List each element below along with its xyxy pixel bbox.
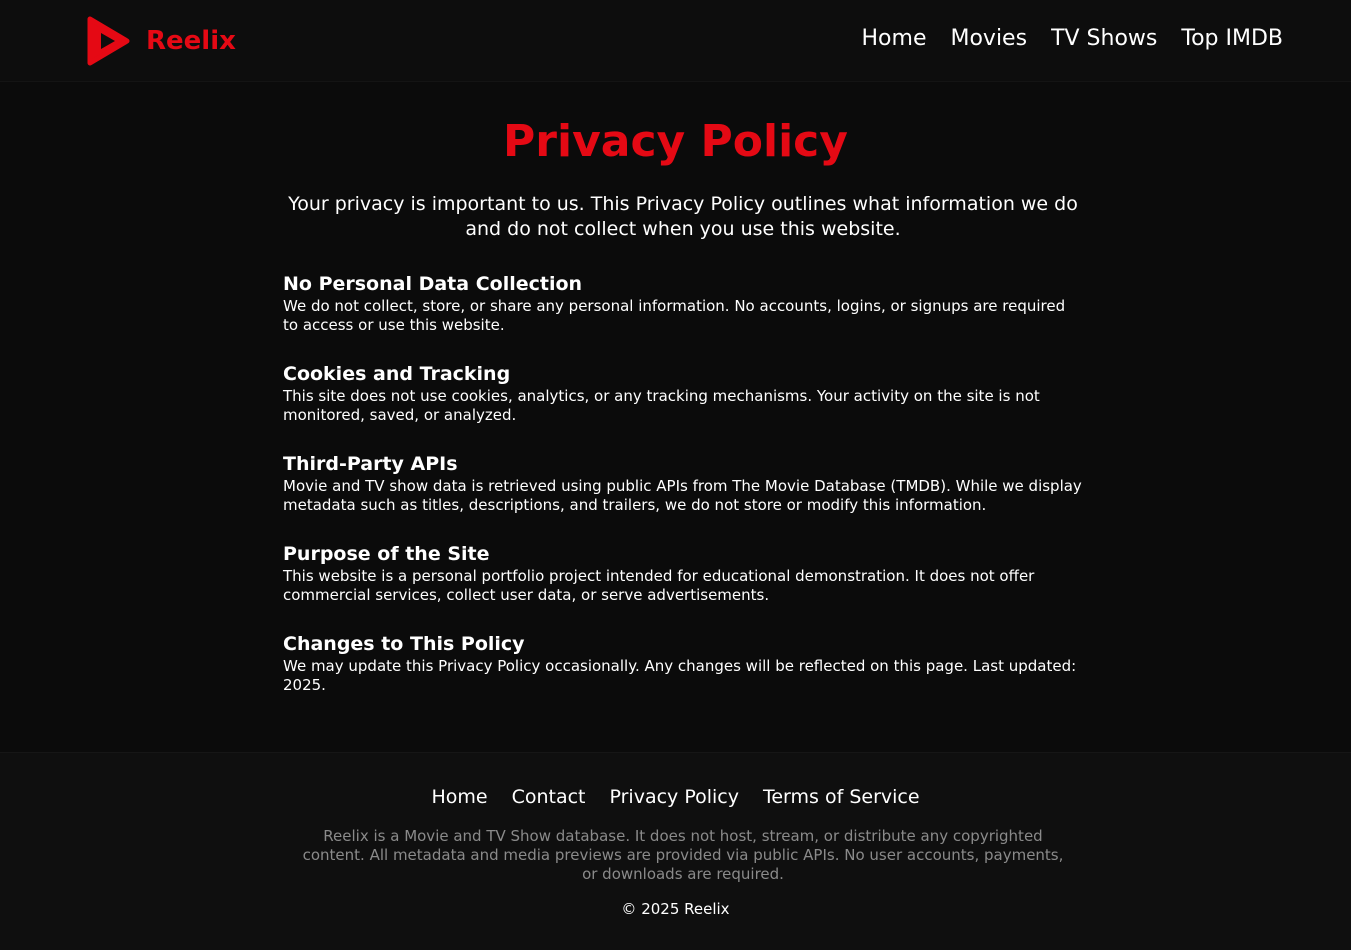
- policy-section-cookies: Cookies and Tracking This site does not …: [283, 361, 1083, 451]
- footer-contact-link[interactable]: Contact: [512, 786, 586, 808]
- policy-section-no-personal-data: No Personal Data Collection We do not co…: [283, 271, 1083, 361]
- brand-logo-link[interactable]: Reelix: [86, 16, 236, 66]
- top-navbar: Reelix Home Movies TV Shows Top IMDB: [0, 0, 1351, 82]
- policy-sections: No Personal Data Collection We do not co…: [283, 271, 1083, 721]
- play-logo-icon: [86, 16, 130, 66]
- section-heading: Cookies and Tracking: [283, 363, 511, 385]
- section-heading: Changes to This Policy: [283, 633, 525, 655]
- section-heading: Purpose of the Site: [283, 543, 490, 565]
- footer-terms-link[interactable]: Terms of Service: [763, 786, 920, 808]
- section-body: This site does not use cookies, analytic…: [283, 387, 1040, 424]
- section-heading: Third-Party APIs: [283, 453, 458, 475]
- site-footer: Home Contact Privacy Policy Terms of Ser…: [0, 752, 1351, 950]
- policy-section-third-party: Third-Party APIs Movie and TV show data …: [283, 451, 1083, 541]
- nav-home-link[interactable]: Home: [862, 26, 927, 51]
- section-body: This website is a personal portfolio pro…: [283, 567, 1035, 604]
- privacy-policy-content: Privacy Policy Your privacy is important…: [0, 82, 1351, 752]
- section-body: We may update this Privacy Policy occasi…: [283, 657, 1077, 694]
- section-body: We do not collect, store, or share any p…: [283, 297, 1066, 334]
- nav-movies-link[interactable]: Movies: [950, 26, 1027, 51]
- intro-text: Your privacy is important to us. This Pr…: [288, 193, 1078, 240]
- section-body: Movie and TV show data is retrieved usin…: [283, 477, 1082, 514]
- footer-disclaimer: Reelix is a Movie and TV Show database. …: [302, 827, 1064, 883]
- policy-section-changes: Changes to This Policy We may update thi…: [283, 631, 1083, 721]
- brand-name: Reelix: [146, 26, 236, 56]
- main-nav: Home Movies TV Shows Top IMDB: [862, 26, 1283, 51]
- copyright-text: © 2025 Reelix: [621, 900, 730, 918]
- footer-nav: Home Contact Privacy Policy Terms of Ser…: [0, 786, 1351, 808]
- footer-home-link[interactable]: Home: [431, 786, 487, 808]
- page-title: Privacy Policy: [503, 116, 848, 167]
- footer-privacy-link[interactable]: Privacy Policy: [609, 786, 738, 808]
- nav-top-imdb-link[interactable]: Top IMDB: [1181, 26, 1283, 51]
- section-heading: No Personal Data Collection: [283, 273, 583, 295]
- nav-tv-shows-link[interactable]: TV Shows: [1051, 26, 1157, 51]
- policy-section-purpose: Purpose of the Site This website is a pe…: [283, 541, 1083, 631]
